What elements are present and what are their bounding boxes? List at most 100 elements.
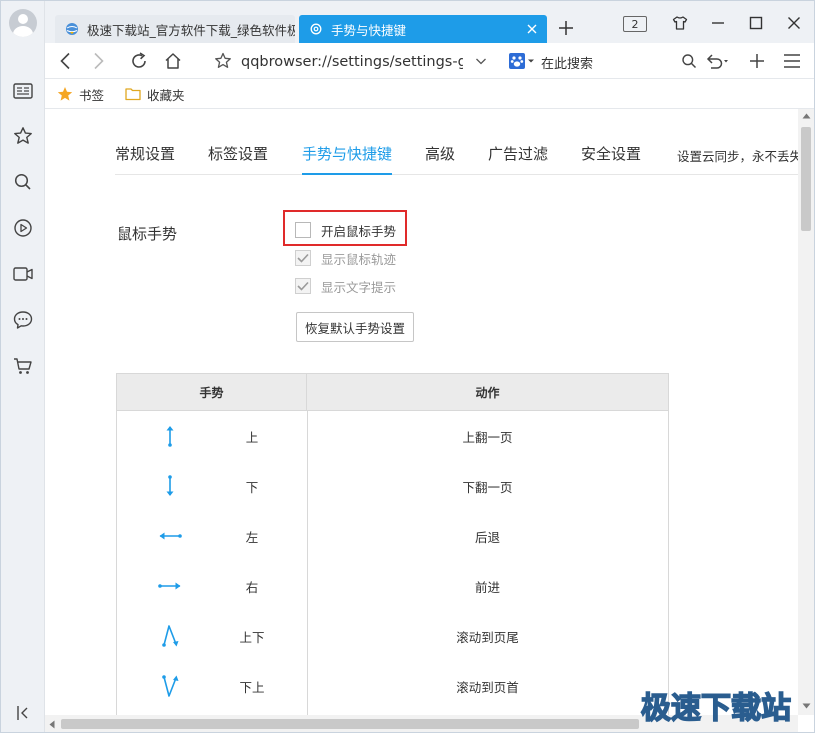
cart-icon[interactable] xyxy=(13,356,33,376)
tab-ad-filter[interactable]: 广告过滤 xyxy=(488,143,548,175)
table-row[interactable]: 上下 滚动到页尾 xyxy=(117,611,668,661)
gesture-name: 上下 xyxy=(239,629,265,645)
home-button[interactable] xyxy=(161,49,185,73)
close-tab-icon[interactable] xyxy=(521,18,543,40)
new-tab-button[interactable] xyxy=(553,15,579,41)
arrow-up-icon xyxy=(166,426,174,447)
tab-gestures-shortcuts[interactable]: 手势与快捷键 xyxy=(299,15,547,43)
baidu-paw-icon xyxy=(509,53,525,69)
back-button[interactable] xyxy=(53,49,77,73)
tab-security-settings[interactable]: 安全设置 xyxy=(581,143,641,175)
camera-icon[interactable] xyxy=(13,264,33,284)
tab-advanced[interactable]: 高级 xyxy=(425,143,455,175)
arrow-down-icon xyxy=(166,475,174,496)
down-up-gesture-icon xyxy=(162,675,179,697)
gesture-action: 滚动到页首 xyxy=(456,679,519,695)
gesture-action: 下翻一页 xyxy=(462,479,513,495)
address-bar: 在此搜索 xyxy=(45,43,814,79)
star-icon[interactable] xyxy=(13,126,33,146)
tab-gestures-shortcuts[interactable]: 手势与快捷键 xyxy=(302,143,393,175)
favorites-folder[interactable]: 收藏夹 xyxy=(125,85,185,103)
browser-window: 极速下载站_官方软件下载_绿色软件极 手势与快捷键 2 qqbrowser://… xyxy=(0,0,815,733)
gesture-action: 后退 xyxy=(474,529,500,545)
star-filled-icon xyxy=(57,87,73,101)
search-icon[interactable] xyxy=(13,172,33,192)
site-watermark: 极速下载站 xyxy=(640,690,792,727)
collapse-sidebar-icon[interactable] xyxy=(13,703,33,723)
enable-gestures-checkbox[interactable] xyxy=(295,222,311,238)
folder-icon xyxy=(125,88,141,101)
gesture-name: 下 xyxy=(245,479,259,495)
tab-count-badge[interactable]: 2 xyxy=(623,16,647,32)
search-engine-selector[interactable] xyxy=(509,52,535,70)
favorites-label: 收藏夹 xyxy=(147,87,185,103)
reader-icon[interactable] xyxy=(13,81,33,101)
chevron-down-icon[interactable] xyxy=(469,49,493,73)
header-gesture: 手势 xyxy=(117,374,307,411)
undo-close-icon[interactable] xyxy=(705,49,729,73)
gesture-name: 下上 xyxy=(239,679,265,695)
enable-mouse-gestures-option[interactable]: 开启鼠标手势 xyxy=(295,220,396,240)
add-icon[interactable] xyxy=(745,49,769,73)
gear-icon xyxy=(310,23,322,35)
menu-icon[interactable] xyxy=(780,49,804,73)
up-down-gesture-icon xyxy=(162,625,179,647)
gesture-name: 上 xyxy=(245,429,259,445)
table-row[interactable]: 右 前进 xyxy=(117,561,668,611)
show-trail-checkbox[interactable] xyxy=(295,250,311,266)
gesture-action: 前进 xyxy=(474,579,500,595)
globe-icon xyxy=(66,23,78,35)
show-text-hint-option[interactable]: 显示文字提示 xyxy=(295,276,396,296)
bookmarks-label: 书签 xyxy=(79,87,105,103)
option-label: 开启鼠标手势 xyxy=(321,223,397,239)
bookmarks-button[interactable]: 书签 xyxy=(57,85,104,103)
option-label: 显示鼠标轨迹 xyxy=(321,251,397,267)
cloud-sync-link[interactable]: 设置云同步，永不丢失 xyxy=(677,146,798,178)
tab-title: 手势与快捷键 xyxy=(331,22,407,38)
checkmark-icon xyxy=(297,281,309,291)
vertical-scrollbar[interactable] xyxy=(798,109,814,715)
close-window-icon[interactable] xyxy=(779,11,809,35)
mouse-gestures-label: 鼠标手势 xyxy=(117,225,178,243)
forward-button[interactable] xyxy=(87,49,111,73)
settings-nav: 常规设置 标签设置 手势与快捷键 高级 广告过滤 安全设置 设置云同步，永不丢失 xyxy=(115,139,798,175)
chat-icon[interactable] xyxy=(13,310,33,330)
arrow-left-icon xyxy=(159,532,182,540)
minimize-icon[interactable] xyxy=(703,11,733,35)
restore-default-gestures-button[interactable]: 恢复默认手势设置 xyxy=(296,312,414,342)
caret-down-icon xyxy=(528,59,534,63)
show-hint-checkbox[interactable] xyxy=(295,278,311,294)
arrow-right-icon xyxy=(158,582,181,590)
scroll-left-arrow-icon[interactable] xyxy=(49,720,55,729)
gesture-table: 手势 动作 上 上翻一页 下 下翻一页 左 后退 右 前进 上下 滚动到页尾 下… xyxy=(116,373,669,715)
table-row[interactable]: 上 上翻一页 xyxy=(117,411,668,461)
left-sidebar xyxy=(1,1,45,732)
scroll-up-arrow-icon[interactable] xyxy=(802,113,811,119)
url-input[interactable] xyxy=(241,52,463,72)
avatar[interactable] xyxy=(9,9,37,37)
show-mouse-trail-option[interactable]: 显示鼠标轨迹 xyxy=(295,248,396,268)
refresh-button[interactable] xyxy=(127,49,151,73)
checkmark-icon xyxy=(297,253,309,263)
option-label: 显示文字提示 xyxy=(321,279,397,295)
tab-jisu-download[interactable]: 极速下载站_官方软件下载_绿色软件极 xyxy=(55,15,295,43)
skin-icon[interactable] xyxy=(665,11,695,35)
tab-tab-settings[interactable]: 标签设置 xyxy=(208,143,268,175)
gesture-action: 上翻一页 xyxy=(462,429,513,445)
table-row[interactable]: 左 后退 xyxy=(117,511,668,561)
bookmark-star-icon[interactable] xyxy=(211,49,235,73)
vertical-scroll-thumb[interactable] xyxy=(801,127,811,231)
gesture-name: 左 xyxy=(245,529,259,545)
table-header: 手势 动作 xyxy=(117,374,668,411)
header-action: 动作 xyxy=(475,386,500,400)
tab-strip: 极速下载站_官方软件下载_绿色软件极 手势与快捷键 2 xyxy=(45,1,814,43)
search-icon[interactable] xyxy=(677,49,701,73)
search-input[interactable]: 在此搜索 xyxy=(541,52,671,72)
horizontal-scroll-thumb[interactable] xyxy=(61,719,639,729)
tab-general-settings[interactable]: 常规设置 xyxy=(115,143,175,175)
table-row[interactable]: 下上 滚动到页首 xyxy=(117,661,668,711)
video-play-icon[interactable] xyxy=(13,218,33,238)
maximize-icon[interactable] xyxy=(741,11,771,35)
settings-page: 常规设置 标签设置 手势与快捷键 高级 广告过滤 安全设置 设置云同步，永不丢失… xyxy=(45,109,798,715)
table-row[interactable]: 下 下翻一页 xyxy=(117,461,668,511)
